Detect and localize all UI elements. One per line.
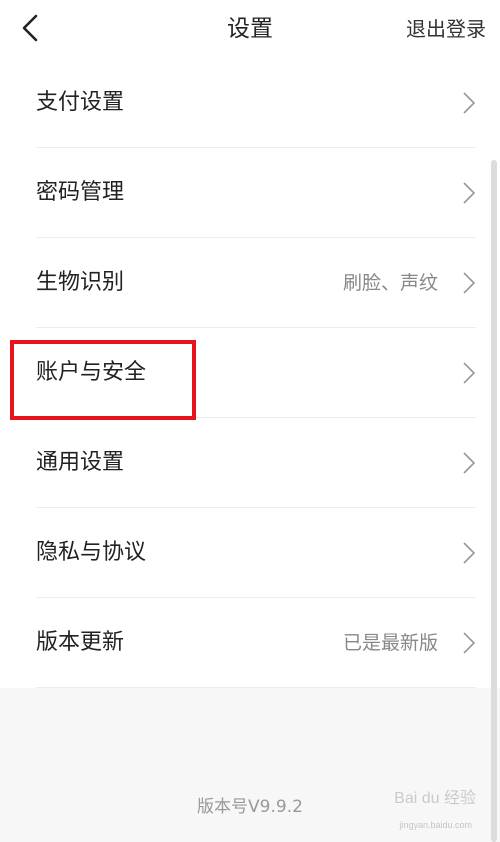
settings-item-account-security[interactable]: 账户与安全 [0, 328, 500, 418]
chevron-right-icon [463, 92, 476, 114]
settings-item-label: 版本更新 [36, 630, 125, 655]
settings-item-value: 已是最新版 [342, 632, 438, 654]
settings-item-label: 隐私与协议 [36, 540, 147, 565]
chevron-left-icon [22, 14, 38, 42]
chevron-right-icon [463, 452, 476, 474]
settings-item-privacy[interactable]: 隐私与协议 [0, 508, 500, 598]
settings-item-payment[interactable]: 支付设置 [0, 58, 500, 148]
chevron-right-icon [463, 272, 476, 294]
chevron-right-icon [463, 542, 476, 564]
settings-item-biometric[interactable]: 生物识别 刷脸、声纹 [0, 238, 500, 328]
settings-item-label: 账户与安全 [36, 360, 147, 385]
back-button[interactable] [14, 10, 50, 46]
settings-item-label: 生物识别 [36, 270, 125, 295]
settings-list: 支付设置 密码管理 生物识别 刷脸、声纹 账户与安全 通用设置 隐私与协议 版本… [0, 58, 500, 688]
settings-item-general[interactable]: 通用设置 [0, 418, 500, 508]
settings-item-label: 通用设置 [36, 450, 125, 475]
scrollbar[interactable] [491, 160, 497, 842]
settings-item-label: 密码管理 [36, 180, 125, 205]
watermark-url: jingyan.baidu.com [399, 820, 472, 830]
chevron-right-icon [463, 632, 476, 654]
divider [36, 687, 476, 688]
settings-item-value: 刷脸、声纹 [342, 272, 438, 294]
watermark-logo: Bai du 经验 [394, 790, 476, 807]
header-bar: 设置 退出登录 [0, 0, 500, 58]
settings-item-password[interactable]: 密码管理 [0, 148, 500, 238]
logout-button[interactable]: 退出登录 [406, 0, 486, 58]
chevron-right-icon [463, 182, 476, 204]
settings-item-version-update[interactable]: 版本更新 已是最新版 [0, 598, 500, 688]
chevron-right-icon [463, 362, 476, 384]
settings-item-label: 支付设置 [36, 90, 125, 115]
